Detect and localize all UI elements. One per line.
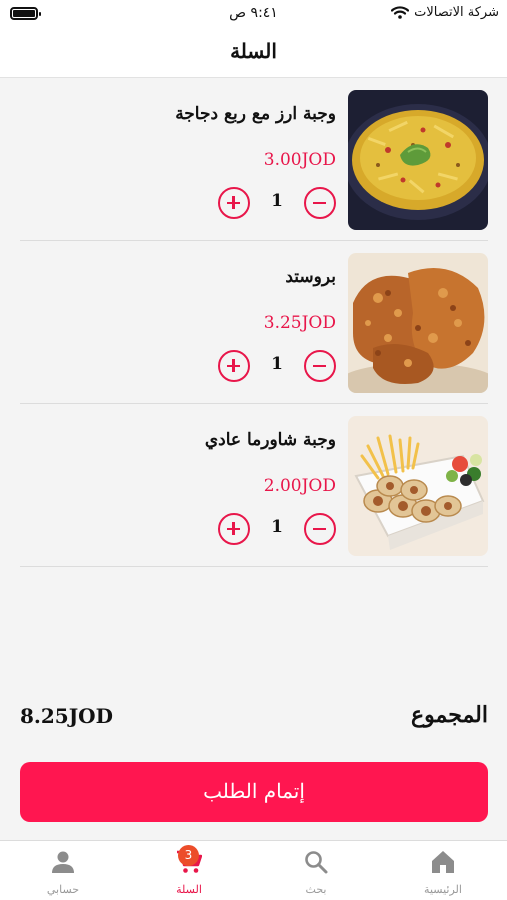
- item-quantity: 1: [271, 517, 283, 537]
- cart-count-badge: 3: [178, 845, 199, 866]
- minus-icon: [313, 201, 326, 204]
- item-price: 3.00JOD: [263, 150, 336, 170]
- page-title: السلة: [230, 39, 277, 63]
- status-bar: ٩:٤١ ص شركة الاتصالات: [0, 0, 507, 28]
- decrease-quantity-button[interactable]: [304, 513, 336, 545]
- minus-icon: [313, 527, 326, 530]
- home-icon: [430, 849, 456, 875]
- item-name: وجبة شاورما عادي: [204, 430, 336, 450]
- increase-quantity-button[interactable]: [218, 513, 250, 545]
- item-image-broasted: [348, 253, 488, 393]
- increase-quantity-button[interactable]: [218, 350, 250, 382]
- tab-home[interactable]: الرئيسية: [380, 841, 506, 900]
- tab-cart[interactable]: 3 السلة: [126, 841, 252, 900]
- cart-item: وجبة ارز مع ربع دجاجة 3.00JOD 1: [20, 78, 488, 241]
- total-amount: 8.25JOD: [20, 704, 113, 728]
- total-label: المجموع: [411, 702, 488, 728]
- decrease-quantity-button[interactable]: [304, 350, 336, 382]
- checkout-button[interactable]: إتمام الطلب: [20, 762, 488, 822]
- item-price: 2.00JOD: [263, 476, 336, 496]
- increase-quantity-button[interactable]: [218, 187, 250, 219]
- cart-list: وجبة ارز مع ربع دجاجة 3.00JOD 1 بروستد 3…: [20, 78, 488, 567]
- item-quantity: 1: [271, 191, 283, 211]
- tab-bar: حسابي 3 السلة بحث الرئيسية: [0, 840, 507, 900]
- carrier-info: شركة الاتصالات: [391, 5, 499, 20]
- cart-item: بروستد 3.25JOD 1: [20, 241, 488, 404]
- item-name: وجبة ارز مع ربع دجاجة: [175, 104, 336, 124]
- item-name: بروستد: [285, 267, 336, 287]
- carrier-name: شركة الاتصالات: [414, 5, 499, 20]
- order-total: المجموع 8.25JOD: [20, 698, 488, 738]
- wifi-icon: [391, 6, 410, 19]
- decrease-quantity-button[interactable]: [304, 187, 336, 219]
- tab-search[interactable]: بحث: [253, 841, 379, 900]
- item-image-rice-chicken: [348, 90, 488, 230]
- quantity-stepper: 1: [218, 187, 336, 219]
- account-icon: [50, 849, 76, 875]
- quantity-stepper: 1: [218, 513, 336, 545]
- item-price: 3.25JOD: [263, 313, 336, 333]
- tab-label: السلة: [176, 883, 202, 896]
- search-icon: [303, 849, 329, 875]
- tab-label: بحث: [305, 883, 327, 896]
- cart-item: وجبة شاورما عادي 2.00JOD 1: [20, 404, 488, 567]
- tab-account[interactable]: حسابي: [0, 841, 126, 900]
- minus-icon: [313, 364, 326, 367]
- quantity-stepper: 1: [218, 350, 336, 382]
- tab-label: الرئيسية: [424, 883, 462, 896]
- item-quantity: 1: [271, 354, 283, 374]
- header: السلة: [0, 28, 507, 78]
- tab-label: حسابي: [46, 883, 80, 896]
- item-image-shawarma: [348, 416, 488, 556]
